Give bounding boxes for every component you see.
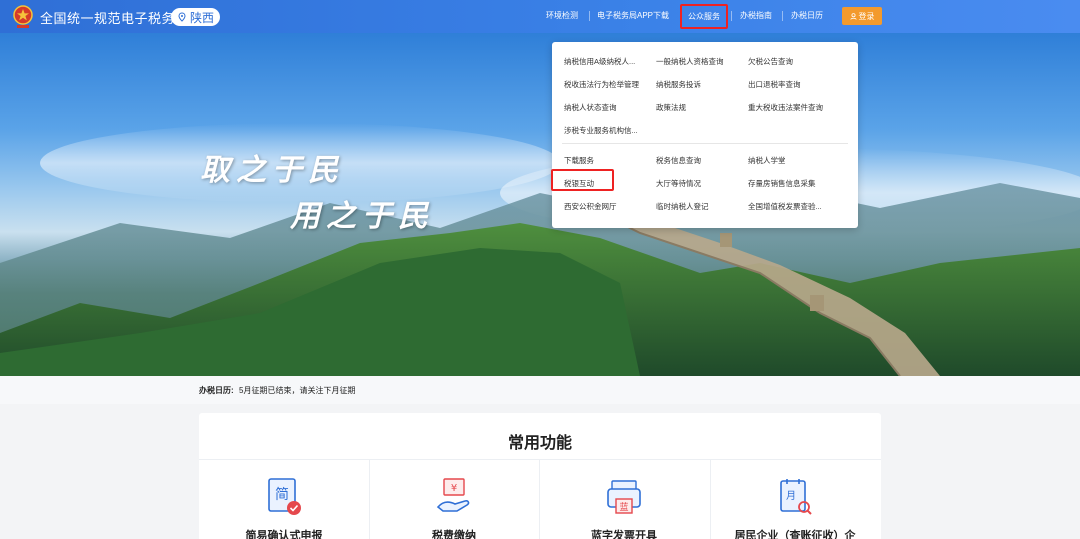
dd-item-taxpayer-status[interactable]: 纳税人状态查询 — [564, 102, 617, 113]
nav-tax-calendar[interactable]: 办税日历 — [791, 10, 823, 21]
highlight-box — [551, 169, 614, 191]
tax-payment-icon: ¥ — [436, 478, 470, 512]
enterprise-audit-icon: 月 — [780, 479, 812, 515]
dd-item-temporary-registration[interactable]: 临时纳税人登记 — [656, 201, 709, 212]
function-label: 税费缴纳 — [432, 530, 476, 539]
slogan-line-1: 取之于民 — [200, 153, 344, 188]
invoice-issue-icon: 蓝 — [607, 480, 641, 514]
function-label: 居民企业（查账征收）企 — [734, 530, 856, 539]
login-label: 登录 — [858, 11, 875, 21]
top-header: 全国统一规范电子税务局 陕西 环境检测 电子税务局APP下载 公众服务 办税指南… — [0, 0, 1080, 33]
common-functions-panel: 常用功能 简 简易确认式申报 ¥ 税费缴纳 蓝 蓝字发票开具 月 居民企业（查账… — [199, 413, 881, 539]
svg-text:月: 月 — [786, 490, 796, 502]
dd-item-policies[interactable]: 政策法规 — [656, 102, 686, 113]
calendar-notice[interactable]: 5月征期已结束，请关注下月征期 — [239, 385, 355, 396]
calendar-label: 办税日历: — [199, 386, 234, 395]
dd-item-housing-sales[interactable]: 存量房销售信息采集 — [748, 178, 816, 189]
great-wall-landscape-image — [0, 123, 1080, 376]
dd-item-credit-a[interactable]: 纳税信用A级纳税人... — [564, 56, 635, 67]
dd-item-invoice-verification[interactable]: 全国增值税发票查验... — [748, 201, 822, 212]
tax-calendar-strip — [0, 376, 1080, 404]
dropdown-divider — [562, 143, 848, 144]
location-pin-icon — [178, 12, 186, 22]
user-icon — [849, 12, 857, 20]
nav-separator — [731, 11, 732, 21]
login-button[interactable]: 登录 — [842, 7, 882, 25]
function-card-invoice-issue[interactable]: 蓝 蓝字发票开具 — [539, 459, 709, 539]
dd-item-service-complaint[interactable]: 纳税服务投诉 — [656, 79, 701, 90]
dd-item-hall-waiting[interactable]: 大厅等待情况 — [656, 178, 701, 189]
function-label: 简易确认式申报 — [245, 530, 323, 539]
dd-item-major-cases[interactable]: 重大税收违法案件查询 — [748, 102, 823, 113]
nav-public-service[interactable]: 公众服务 — [680, 4, 728, 29]
function-card-simple-declaration[interactable]: 简 简易确认式申报 — [199, 459, 369, 539]
function-card-tax-payment[interactable]: ¥ 税费缴纳 — [369, 459, 539, 539]
function-label: 蓝字发票开具 — [591, 530, 657, 539]
dd-item-general-taxpayer[interactable]: 一般纳税人资格查询 — [656, 56, 724, 67]
nav-separator — [589, 11, 590, 21]
nav-separator — [782, 11, 783, 21]
dd-item-downloads[interactable]: 下载服务 — [564, 155, 594, 166]
nav-public-service-label: 公众服务 — [688, 12, 720, 21]
region-label: 陕西 — [189, 10, 214, 25]
dd-item-violation-report[interactable]: 税收违法行为检举管理 — [564, 79, 639, 90]
dd-item-tax-info-query[interactable]: 税务信息查询 — [656, 155, 701, 166]
public-service-dropdown: 纳税信用A级纳税人... 一般纳税人资格查询 欠税公告查询 税收违法行为检举管理… — [552, 42, 858, 228]
dd-item-agency-info[interactable]: 涉税专业服务机构信... — [564, 125, 638, 136]
national-emblem-icon — [13, 5, 33, 28]
nav-environment-check[interactable]: 环境检测 — [546, 10, 578, 21]
dd-item-xian-provident-fund[interactable]: 西安公积金网厅 — [564, 201, 617, 212]
dd-item-taxpayer-school[interactable]: 纳税人学堂 — [748, 155, 786, 166]
function-card-enterprise-audit[interactable]: 月 居民企业（查账征收）企 — [710, 459, 880, 539]
svg-text:蓝: 蓝 — [619, 501, 628, 513]
svg-text:¥: ¥ — [451, 483, 457, 494]
nav-tax-guide[interactable]: 办税指南 — [740, 10, 772, 21]
dd-item-arrears-notice[interactable]: 欠税公告查询 — [748, 56, 793, 67]
simple-declaration-icon: 简 — [268, 478, 301, 515]
svg-text:简: 简 — [275, 486, 289, 503]
hero-banner: 取之于民 用之于民 — [0, 33, 1080, 376]
section-title: 常用功能 — [507, 435, 572, 452]
region-selector[interactable]: 陕西 — [171, 8, 220, 26]
slogan-line-2: 用之于民 — [290, 199, 434, 234]
nav-app-download[interactable]: 电子税务局APP下载 — [597, 10, 669, 21]
dd-item-export-rebate[interactable]: 出口退税率查询 — [748, 79, 801, 90]
site-title[interactable]: 全国统一规范电子税务局 — [40, 8, 189, 27]
